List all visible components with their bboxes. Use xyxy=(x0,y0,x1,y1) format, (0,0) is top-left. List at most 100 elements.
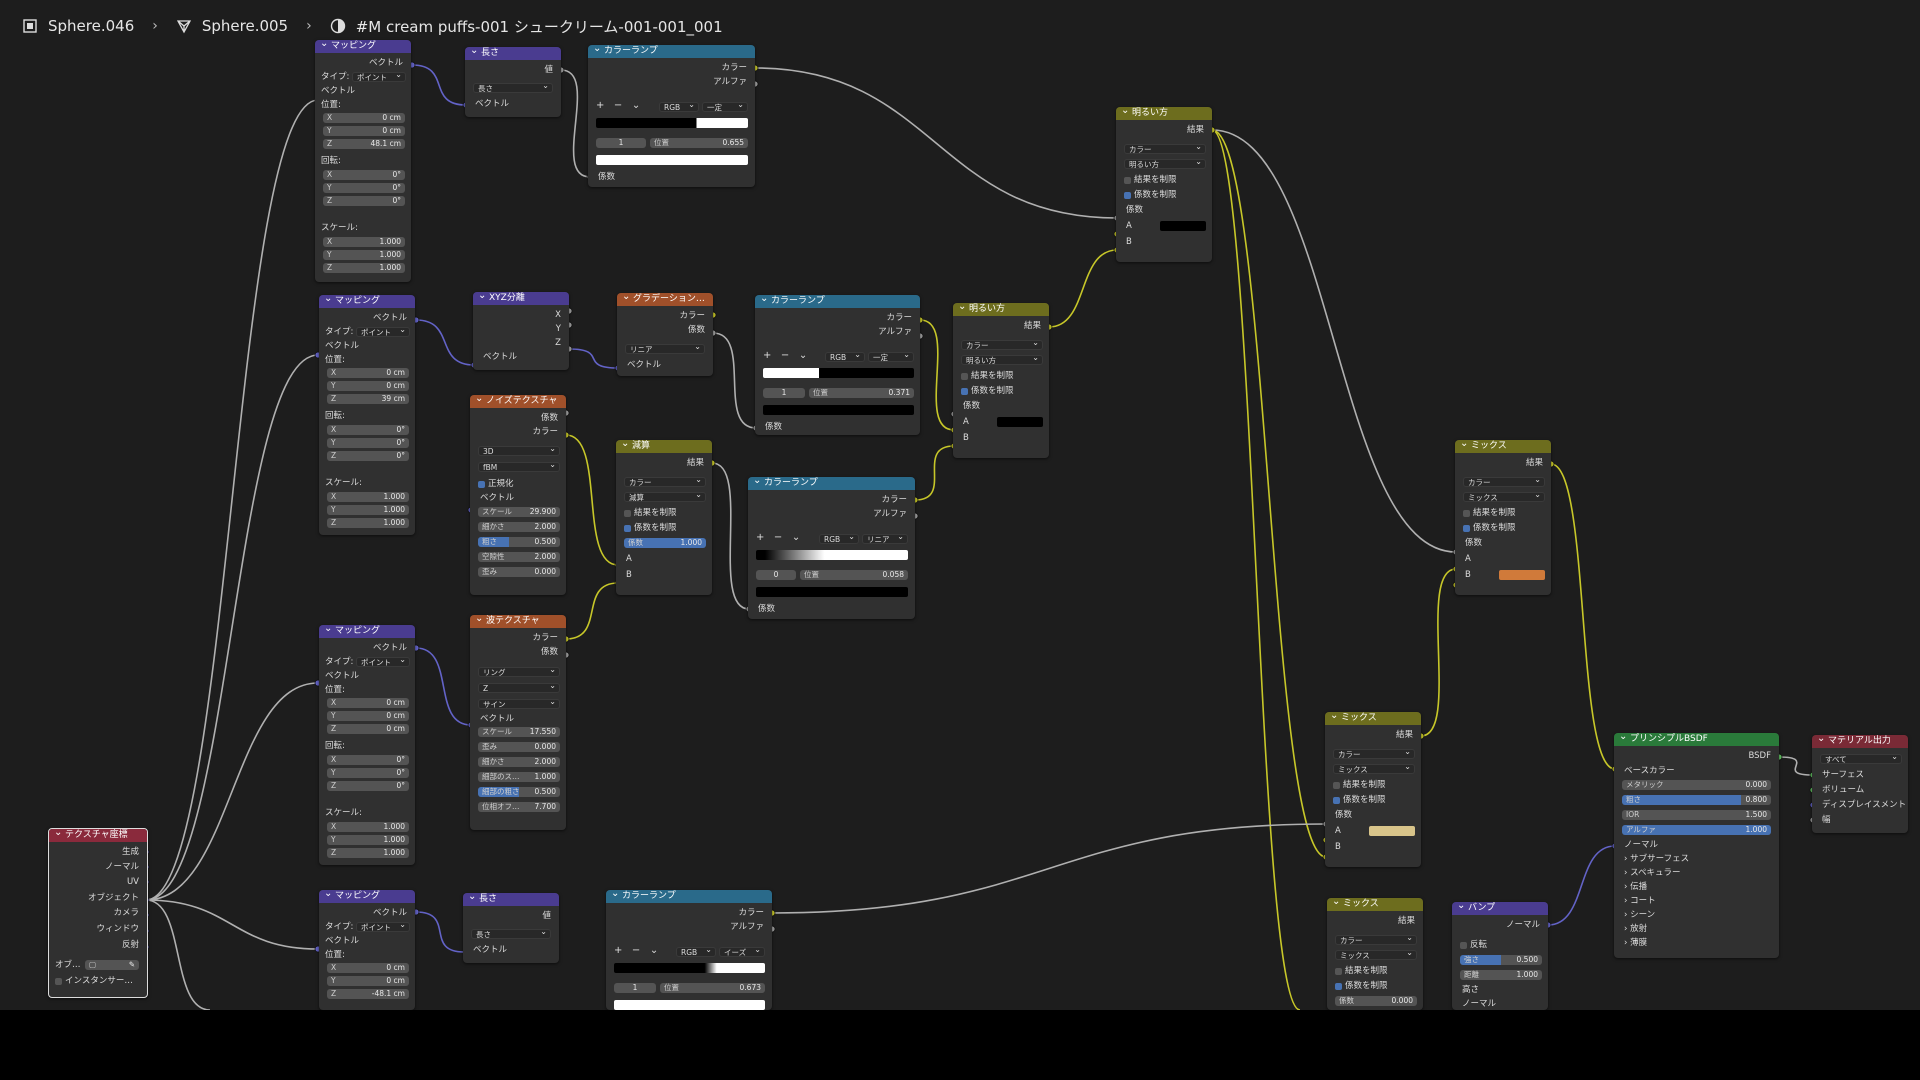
location-x-field[interactable]: X0 cm xyxy=(327,963,409,973)
separate-xyz-node[interactable]: XYZ分離 X Y Z ベクトル xyxy=(473,292,569,370)
color-ramp-node-4[interactable]: カラーランプ カラー アルファ + − ⌄ RGB イーズ 1 位置0.673 xyxy=(606,890,772,1010)
wave-type-dropdown[interactable]: リング xyxy=(478,665,560,677)
stop-color-swatch[interactable] xyxy=(596,155,748,165)
a-color-swatch[interactable] xyxy=(997,417,1043,427)
location-x-field[interactable]: X0 cm xyxy=(327,368,409,378)
data-type-dropdown[interactable]: カラー xyxy=(1124,142,1206,154)
vector-length-node-1[interactable]: 長さ 値 長さ ベクトル xyxy=(465,47,561,117)
wave-texture-node[interactable]: 波テクスチャ カラー 係数 リング Z サイン ベクトル スケール17.550 … xyxy=(470,615,566,830)
rotation-y-field[interactable]: Y 0° xyxy=(323,183,405,193)
type-dropdown[interactable]: ポイント xyxy=(352,70,406,82)
stop-position-field[interactable]: 位置 0.673 xyxy=(660,983,765,993)
scale-x-field[interactable]: X 1.000 xyxy=(323,237,405,247)
data-type-dropdown[interactable]: カラー xyxy=(1463,475,1545,487)
scale-z-field[interactable]: Z 1.000 xyxy=(327,518,409,528)
type-dropdown[interactable]: ポイント xyxy=(356,655,410,667)
rotation-z-field[interactable]: Z 0° xyxy=(327,781,409,791)
ramp-tools[interactable]: + − ⌄ xyxy=(614,945,658,957)
distance-field[interactable]: 距離 1.000 xyxy=(1460,970,1542,980)
ramp-tools[interactable]: + − ⌄ xyxy=(763,350,807,362)
a-color-swatch[interactable] xyxy=(1369,826,1415,836)
stop-position-field[interactable]: 位置 0.655 xyxy=(650,138,748,148)
clamp-fac-checkbox[interactable] xyxy=(1333,797,1340,804)
texture-coordinate-node[interactable]: テクスチャ座標 生成 ノーマル UV オブジェクト カメラ ウィンドウ 反射 オ… xyxy=(48,828,148,998)
location-y-field[interactable]: Y0 cm xyxy=(327,381,409,391)
rotation-y-field[interactable]: Y 0° xyxy=(327,438,409,448)
clamp-fac-checkbox[interactable] xyxy=(1124,192,1131,199)
location-y-field[interactable]: Y0 cm xyxy=(323,126,405,136)
lighten-mix-node-1[interactable]: 明るい方 結果 カラー 明るい方 結果を制限 係数を制限 係数 A B xyxy=(1116,107,1212,262)
detail-roughness-field[interactable]: 細部の粗さ 0.500 xyxy=(478,787,560,797)
interpolation-dropdown[interactable]: イーズ xyxy=(719,945,765,957)
rotation-x-field[interactable]: X 0° xyxy=(327,755,409,765)
stop-index-field[interactable]: 0 xyxy=(756,570,796,580)
blend-mode-dropdown[interactable]: 減算 xyxy=(624,490,706,502)
color-mode-dropdown[interactable]: RGB xyxy=(825,350,865,362)
color-ramp-node-1[interactable]: カラーランプ カラー アルファ + − ⌄ RGB 一定 1 位置0.655 係… xyxy=(588,45,755,187)
scale-field[interactable]: スケール 29.900 xyxy=(478,507,560,517)
blend-mode-dropdown[interactable]: ミックス xyxy=(1333,762,1415,774)
location-z-field[interactable]: Z0 cm xyxy=(327,724,409,734)
color-ramp-bar[interactable] xyxy=(763,368,914,378)
mix-node-right[interactable]: ミックス 結果 カラー ミックス 結果を制限 係数を制限 係数 A B xyxy=(1455,440,1551,595)
rotation-x-field[interactable]: X 0° xyxy=(327,425,409,435)
rotation-x-field[interactable]: X 0° xyxy=(323,170,405,180)
clamp-fac-checkbox[interactable] xyxy=(1463,525,1470,532)
section-coat[interactable]: › コート xyxy=(1624,895,1656,907)
blend-mode-dropdown[interactable]: 明るい方 xyxy=(961,353,1043,365)
a-color-swatch[interactable] xyxy=(1160,221,1206,231)
location-x-field[interactable]: X0 cm xyxy=(323,113,405,123)
clamp-result-checkbox[interactable] xyxy=(1333,782,1340,789)
blend-mode-dropdown[interactable]: ミックス xyxy=(1335,948,1417,960)
color-ramp-bar[interactable] xyxy=(596,118,748,128)
material-output-node[interactable]: マテリアル出力 すべて サーフェス ボリューム ディスプレイスメント 幅 xyxy=(1812,735,1908,833)
location-z-field[interactable]: Z -48.1 cm xyxy=(327,989,409,999)
section-subsurface[interactable]: › サブサーフェス xyxy=(1624,853,1689,865)
noise-texture-node[interactable]: ノイズテクスチャ 係数 カラー 3D fBM 正規化 ベクトル スケール29.9… xyxy=(470,395,566,595)
vector-length-node-2[interactable]: 長さ 値 長さ ベクトル xyxy=(463,893,559,963)
stop-color-swatch[interactable] xyxy=(614,1000,765,1010)
gradient-texture-node[interactable]: グラデーションテ… カラー 係数 リニア ベクトル xyxy=(617,293,713,376)
data-type-dropdown[interactable]: カラー xyxy=(961,338,1043,350)
subtract-mix-node[interactable]: 減算 結果 カラー 減算 結果を制限 係数を制限 係数1.000 A B xyxy=(616,440,712,595)
ior-field[interactable]: IOR 1.500 xyxy=(1622,810,1771,820)
scale-z-field[interactable]: Z 1.000 xyxy=(323,263,405,273)
scale-x-field[interactable]: X 1.000 xyxy=(327,822,409,832)
detail-field[interactable]: 細かさ 2.000 xyxy=(478,757,560,767)
clamp-result-checkbox[interactable] xyxy=(961,373,968,380)
type-dropdown[interactable]: ポイント xyxy=(356,920,410,932)
mix-node-bottom[interactable]: ミックス 結果 カラー ミックス 結果を制限 係数を制限 係数0.000 xyxy=(1327,898,1423,1010)
operation-dropdown[interactable]: 長さ xyxy=(473,81,553,93)
scale-y-field[interactable]: Y 1.000 xyxy=(327,505,409,515)
object-picker-field[interactable]: ▢ ✎ xyxy=(85,960,139,970)
detail-field[interactable]: 細かさ 2.000 xyxy=(478,522,560,532)
stop-color-swatch[interactable] xyxy=(763,405,914,415)
section-sheen[interactable]: › シーン xyxy=(1624,909,1655,921)
ramp-tools[interactable]: + − ⌄ xyxy=(596,100,640,112)
distortion-field[interactable]: 歪み 0.000 xyxy=(478,742,560,752)
bump-node[interactable]: バンプ ノーマル 反転 強さ0.500 距離1.000 高さ ノーマル xyxy=(1452,902,1548,1010)
metallic-field[interactable]: メタリック 0.000 xyxy=(1622,780,1771,790)
scale-y-field[interactable]: Y 1.000 xyxy=(323,250,405,260)
interpolation-dropdown[interactable]: リニア xyxy=(862,532,908,544)
data-type-dropdown[interactable]: カラー xyxy=(1335,933,1417,945)
interpolation-dropdown[interactable]: 一定 xyxy=(702,100,748,112)
clamp-result-checkbox[interactable] xyxy=(1124,177,1131,184)
breadcrumb-material[interactable]: #M cream puffs-001 シュークリーム-001-001_001 xyxy=(356,16,723,37)
clamp-fac-checkbox[interactable] xyxy=(1335,983,1342,990)
blend-mode-dropdown[interactable]: 明るい方 xyxy=(1124,157,1206,169)
breadcrumb-mesh[interactable]: Sphere.005 xyxy=(202,17,288,35)
stop-index-field[interactable]: 1 xyxy=(614,983,656,993)
section-specular[interactable]: › スペキュラー xyxy=(1624,867,1681,879)
mapping-node-4[interactable]: マッピング ベクトル タイプ: ポイント ベクトル 位置: X0 cm Y0 c… xyxy=(319,890,415,1010)
clamp-fac-checkbox[interactable] xyxy=(624,525,631,532)
color-ramp-node-2[interactable]: カラーランプ カラー アルファ + − ⌄ RGB 一定 1 位置0.371 係… xyxy=(755,295,920,435)
data-type-dropdown[interactable]: カラー xyxy=(1333,747,1415,759)
clamp-fac-checkbox[interactable] xyxy=(961,388,968,395)
detail-scale-field[interactable]: 細部のス… 1.000 xyxy=(478,772,560,782)
fac-field[interactable]: 係数 1.000 xyxy=(624,538,706,548)
principled-bsdf-node[interactable]: プリンシプルBSDF BSDF ベースカラー メタリック0.000 粗さ0.80… xyxy=(1614,733,1779,958)
roughness-field[interactable]: 粗さ 0.800 xyxy=(1622,795,1771,805)
mapping-node-3[interactable]: マッピング ベクトル タイプ: ポイント ベクトル 位置: X0 cm Y0 c… xyxy=(319,625,415,865)
rotation-z-field[interactable]: Z 0° xyxy=(323,196,405,206)
